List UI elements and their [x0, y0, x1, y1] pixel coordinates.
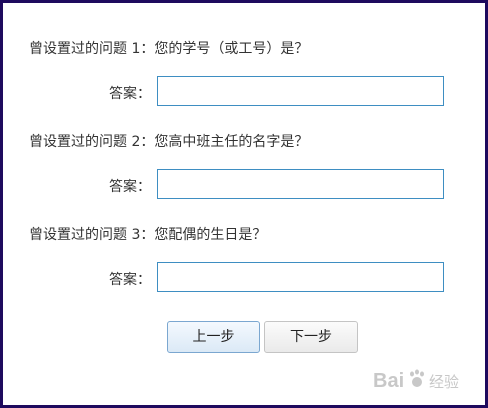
- svg-text:经验: 经验: [429, 373, 459, 391]
- answer-3-input[interactable]: [157, 262, 444, 292]
- next-step-button[interactable]: 下一步: [264, 321, 358, 353]
- answer-3-label: 答案：: [109, 272, 151, 288]
- answer-1-label: 答案：: [109, 86, 151, 102]
- answer-2-label: 答案：: [109, 179, 151, 195]
- question-2-label: 曾设置过的问题 2：您高中班主任的名字是？: [29, 134, 309, 150]
- baidu-jingyan-watermark: Bai 经验: [373, 365, 473, 395]
- dialog-frame: 曾设置过的问题 1：您的学号（或工号）是？ 答案： 曾设置过的问题 2：您高中班…: [0, 0, 488, 408]
- paw-icon: [410, 369, 424, 387]
- question-3-label: 曾设置过的问题 3：您配偶的生日是？: [29, 227, 267, 243]
- question-1-label: 曾设置过的问题 1：您的学号（或工号）是？: [29, 41, 309, 57]
- svg-text:Bai: Bai: [373, 370, 404, 392]
- answer-1-input[interactable]: [157, 76, 444, 106]
- previous-step-button[interactable]: 上一步: [167, 321, 260, 353]
- answer-2-input[interactable]: [157, 169, 444, 199]
